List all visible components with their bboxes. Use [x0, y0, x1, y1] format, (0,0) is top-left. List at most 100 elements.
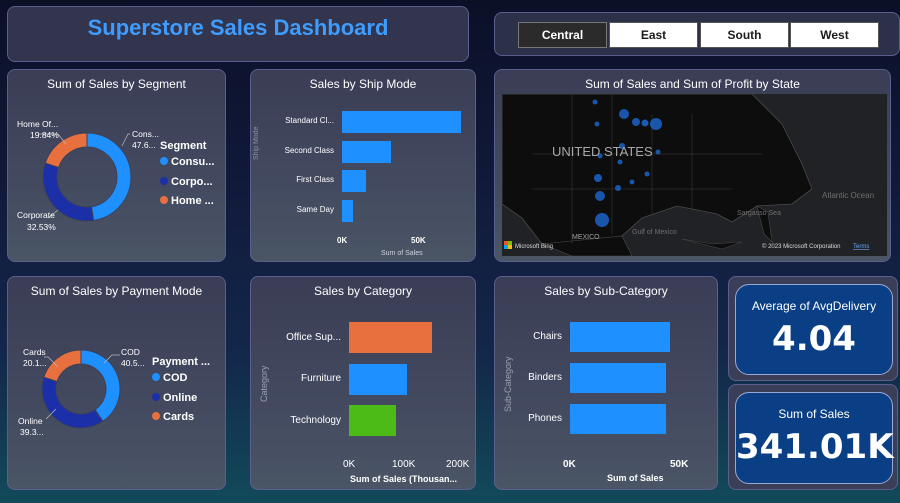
ms-logo-yellow: [508, 245, 512, 249]
mexico-label: MEXICO: [572, 234, 600, 241]
legend-cod-label: COD: [163, 372, 188, 384]
subcategory-tick-0: 0K: [563, 459, 576, 470]
region-option-east[interactable]: East: [609, 22, 698, 48]
category-label: Furniture: [300, 373, 341, 384]
region-option-south[interactable]: South: [700, 22, 789, 48]
segment-panel: Sum of Sales by Segment Home Of... 19.84…: [7, 69, 226, 262]
shipmode-ylabel: Ship Mode: [253, 126, 260, 160]
home-office-name: Home Of...: [17, 119, 59, 129]
corporate-pct: 32.53%: [27, 222, 56, 232]
legend-consumer-label: Consu...: [171, 156, 215, 168]
category-label: Same Day: [296, 204, 334, 214]
bar[interactable]: [342, 111, 461, 133]
bar[interactable]: [570, 322, 671, 352]
cod-swatch: [152, 373, 160, 381]
cod-name: COD: [121, 347, 140, 357]
legend-consumer[interactable]: Consu...: [160, 156, 214, 168]
category-label: Phones: [528, 413, 562, 424]
bar[interactable]: [342, 170, 367, 192]
shipmode-tick-1: 50K: [411, 236, 426, 245]
kpi-sales-wrap: Sum of Sales 341.01K: [728, 384, 898, 490]
legend-corporate[interactable]: Corpo...: [160, 176, 213, 188]
region-option-central[interactable]: Central: [518, 22, 607, 48]
ms-logo: [504, 241, 508, 245]
slice-cod[interactable]: [80, 349, 121, 423]
payment-donut[interactable]: [8, 277, 226, 490]
segment-legend-title: Segment: [160, 140, 207, 152]
legend-online[interactable]: Online: [152, 392, 197, 404]
subcategory-panel: Sales by Sub-Category Sub-Category Chair…: [494, 276, 718, 490]
shipmode-panel: Sales by Ship Mode Ship Mode Standard Cl…: [250, 69, 476, 262]
consumer-swatch: [160, 157, 168, 165]
map-graphic: UNITED STATES Gulf of Mexico Atlantic Oc…: [502, 94, 887, 256]
kpi-sales-card[interactable]: Sum of Sales 341.01K: [735, 392, 894, 484]
bar[interactable]: [570, 404, 667, 434]
online-pct: 39.3...: [20, 427, 44, 437]
category-tick-2: 200K: [446, 459, 470, 470]
online-name: Online: [18, 416, 43, 426]
shipmode-xlabel: Sum of Sales: [381, 250, 423, 257]
bar[interactable]: [349, 322, 432, 353]
consumer-name: Cons...: [132, 129, 159, 139]
title-panel: Superstore Sales Dashboard: [7, 6, 469, 62]
category-tick-0: 0K: [343, 459, 356, 470]
category-label: First Class: [296, 175, 334, 184]
online-swatch: [152, 393, 160, 401]
region-option-west[interactable]: West: [790, 22, 879, 48]
map-panel: Sum of Sales and Sum of Profit by State: [494, 69, 891, 262]
legend-cards-label: Cards: [163, 411, 195, 423]
bar[interactable]: [342, 199, 353, 222]
kpi-delivery-value: 4.04: [772, 319, 856, 359]
corporate-swatch: [160, 177, 168, 185]
country-label: UNITED STATES: [552, 144, 653, 159]
kpi-sales-value: 341.01K: [736, 427, 894, 467]
cards-swatch: [152, 412, 160, 420]
legend-home-office[interactable]: Home ...: [160, 195, 214, 207]
slice-cards[interactable]: [43, 349, 82, 383]
state-map[interactable]: UNITED STATES Gulf of Mexico Atlantic Oc…: [502, 94, 887, 256]
bar[interactable]: [342, 140, 391, 163]
bar[interactable]: [349, 405, 396, 436]
slice-consumer[interactable]: [86, 132, 132, 222]
gulf-label: Gulf of Mexico: [632, 229, 677, 236]
payment-legend-title: Payment ...: [152, 356, 211, 368]
category-label: Second Class: [284, 145, 334, 155]
slice-online[interactable]: [41, 376, 104, 429]
bar[interactable]: [349, 363, 407, 395]
legend-online-label: Online: [163, 392, 198, 404]
bar[interactable]: [570, 363, 667, 393]
category-label: Binders: [528, 372, 562, 383]
page-title: Superstore Sales Dashboard: [87, 15, 389, 40]
legend-home-office-label: Home ...: [171, 195, 214, 207]
cod-pct: 40.5...: [121, 358, 145, 368]
category-label: Standard Cl...: [285, 116, 334, 125]
category-label: Chairs: [533, 331, 562, 342]
category-xlabel: Sum of Sales (Thousan...: [350, 474, 458, 484]
subcategory-tick-1: 50K: [670, 459, 689, 470]
cards-name: Cards: [23, 347, 46, 357]
ms-logo-green: [508, 241, 512, 245]
kpi-delivery-label: Average of AvgDelivery: [751, 299, 877, 313]
consumer-leader-line: [121, 133, 130, 147]
category-label: Technology: [290, 414, 341, 426]
subcategory-panel-title: Sales by Sub-Category: [544, 284, 668, 298]
bing-label: Microsoft Bing: [515, 244, 553, 250]
shipmode-panel-title: Sales by Ship Mode: [309, 77, 417, 91]
legend-corporate-label: Corpo...: [171, 176, 213, 188]
region-slicer: Central East South West: [494, 12, 900, 56]
map-panel-title: Sum of Sales and Sum of Profit by State: [585, 77, 800, 91]
sargasso-label: Sargasso Sea: [737, 210, 781, 217]
kpi-sales-label: Sum of Sales: [778, 407, 850, 421]
world-balloon: [641, 119, 649, 127]
legend-cards[interactable]: Cards: [152, 411, 194, 423]
terms-link[interactable]: Terms: [853, 244, 869, 250]
ms-logo-blue: [504, 245, 508, 249]
category-label: Office Sup...: [286, 331, 341, 343]
consumer-pct: 47.6...: [132, 140, 156, 150]
kpi-delivery-card[interactable]: Average of AvgDelivery 4.04: [735, 284, 893, 375]
category-tick-1: 100K: [392, 459, 416, 470]
category-panel-title: Sales by Category: [313, 284, 413, 298]
legend-cod[interactable]: COD: [152, 372, 187, 384]
kpi-delivery-wrap: Average of AvgDelivery 4.04: [728, 276, 898, 381]
subcategory-xlabel: Sum of Sales: [607, 473, 664, 483]
